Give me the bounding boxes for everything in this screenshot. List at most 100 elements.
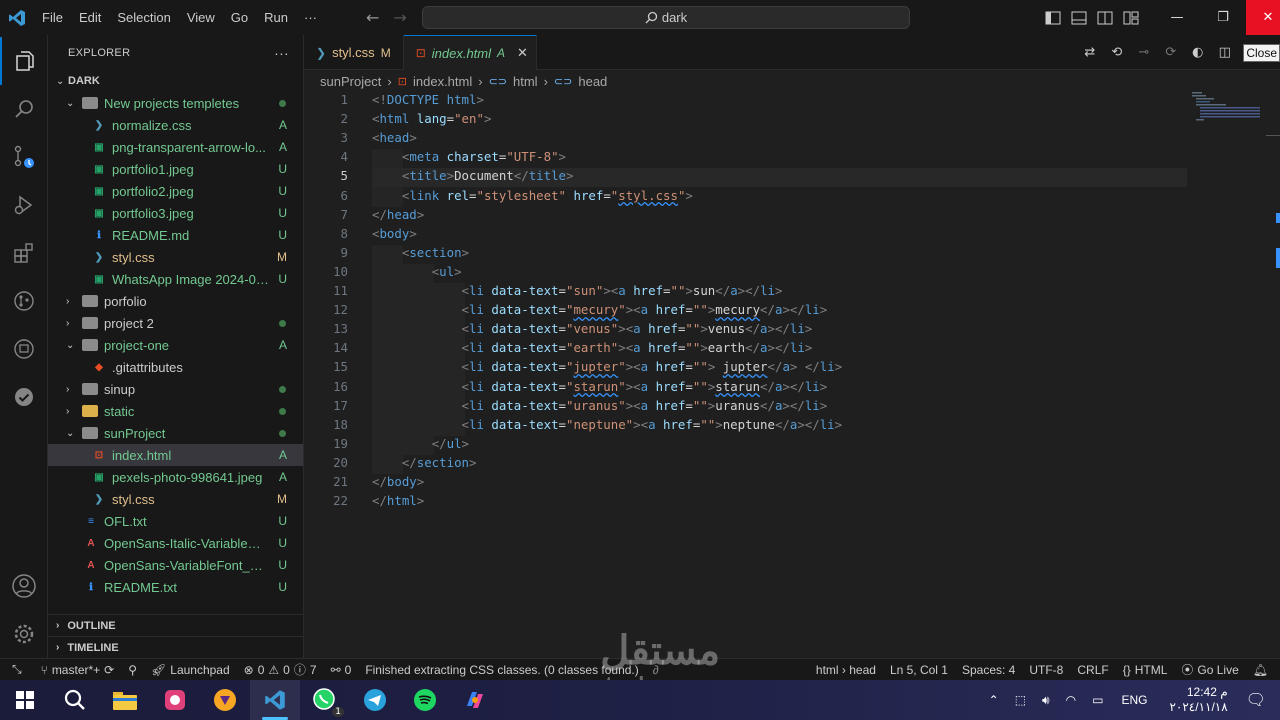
battery-icon[interactable]: ▭ bbox=[1084, 693, 1111, 707]
command-center-search[interactable]: dark bbox=[422, 6, 910, 29]
show-hidden-icons[interactable]: ⌃ bbox=[981, 693, 1007, 707]
code-line[interactable]: <li data-text="venus"><a href="">venus</… bbox=[372, 321, 813, 336]
code-line[interactable]: <body> bbox=[372, 226, 417, 241]
windows-start-icon[interactable] bbox=[0, 680, 50, 720]
launchpad-button[interactable]: 🚀︎ Launchpad bbox=[144, 663, 237, 677]
code-line[interactable]: <section> bbox=[372, 245, 469, 260]
split-editor-icon[interactable]: ◫ bbox=[1212, 40, 1237, 65]
remote-explorer-icon[interactable] bbox=[0, 325, 48, 373]
volume-icon[interactable]: 🔊︎ bbox=[1034, 693, 1058, 708]
notifications-bell-icon[interactable]: 🔔︎ bbox=[1246, 663, 1280, 677]
testing-check-icon[interactable] bbox=[0, 373, 48, 421]
workspace-root[interactable]: ⌄ DARK bbox=[48, 70, 303, 92]
code-line[interactable]: <meta charset="UTF-8"> bbox=[372, 149, 566, 164]
tree-item[interactable]: › static bbox=[48, 400, 303, 422]
tree-item[interactable]: A OpenSans-VariableFont_wd... U bbox=[48, 554, 303, 576]
taskbar-search-icon[interactable] bbox=[50, 680, 100, 720]
tab-index-html[interactable]: ⊡ index.html A ✕ bbox=[403, 35, 537, 70]
accounts-icon[interactable] bbox=[0, 562, 48, 610]
tree-item[interactable]: ≡ OFL.txt U bbox=[48, 510, 303, 532]
forward-arrow-icon[interactable]: → bbox=[393, 8, 406, 27]
code-line[interactable]: <ul> bbox=[372, 264, 462, 279]
whatsapp-icon[interactable]: 1 bbox=[300, 680, 350, 720]
minimize-button[interactable]: — bbox=[1154, 0, 1200, 35]
code-line[interactable]: <title>Document</title> bbox=[372, 168, 574, 183]
vpn-shield-icon[interactable] bbox=[200, 680, 250, 720]
menu-run[interactable]: Run bbox=[256, 10, 296, 25]
tree-item[interactable]: A OpenSans-Italic-VariableFo... U bbox=[48, 532, 303, 554]
breadcrumb-folder[interactable]: sunProject bbox=[320, 74, 381, 89]
problems-indicator[interactable]: ⊗ 0 ⚠ 0 ⓘ 7 bbox=[237, 661, 324, 678]
settings-gear-icon[interactable] bbox=[0, 610, 48, 658]
restore-button[interactable]: ❐ bbox=[1200, 0, 1246, 35]
open-changes-icon[interactable]: ⇄ bbox=[1077, 40, 1102, 65]
notification-center-icon[interactable]: 🗨︎ bbox=[1240, 690, 1280, 710]
code-line[interactable]: <link rel="stylesheet" href="styl.css"> bbox=[372, 188, 693, 203]
code-line[interactable]: <li data-text="sun"><a href="">sun</a></… bbox=[372, 283, 783, 298]
menu-file[interactable]: File bbox=[34, 10, 71, 25]
tree-item[interactable]: ⌄ sunProject bbox=[48, 422, 303, 444]
customize-layout-icon[interactable] bbox=[1118, 0, 1144, 35]
end-of-line[interactable]: CRLF bbox=[1070, 663, 1115, 677]
explorer-icon[interactable] bbox=[0, 37, 48, 85]
search-icon[interactable] bbox=[0, 85, 48, 133]
breadcrumb-html[interactable]: html bbox=[513, 74, 538, 89]
go-back-changes-icon[interactable]: ⟲ bbox=[1104, 40, 1129, 65]
indentation[interactable]: Spaces: 4 bbox=[955, 663, 1022, 677]
ports-indicator[interactable]: ⚯ 0 bbox=[324, 663, 359, 677]
cursor-position[interactable]: Ln 5, Col 1 bbox=[883, 663, 955, 677]
tab-styl-css[interactable]: ❯ styl.css M bbox=[304, 35, 404, 70]
tree-item[interactable]: ▣ portfolio1.jpeg U bbox=[48, 158, 303, 180]
code-line[interactable]: </ul> bbox=[372, 436, 469, 451]
tree-item[interactable]: ❯ styl.css M bbox=[48, 488, 303, 510]
tree-item[interactable]: ▣ pexels-photo-998641.jpeg A bbox=[48, 466, 303, 488]
breadcrumb-head[interactable]: head bbox=[578, 74, 607, 89]
tree-item[interactable]: ❯ styl.css M bbox=[48, 246, 303, 268]
vscode-taskbar-icon[interactable] bbox=[250, 680, 300, 720]
next-change-icon[interactable]: ⟳ bbox=[1158, 40, 1183, 65]
menu-selection[interactable]: Selection bbox=[109, 10, 178, 25]
telegram-icon[interactable] bbox=[350, 680, 400, 720]
wifi-icon[interactable]: ◠ bbox=[1058, 693, 1084, 707]
close-window-button[interactable]: ✕ bbox=[1246, 0, 1280, 35]
code-line[interactable]: <!DOCTYPE html> bbox=[372, 92, 484, 107]
run-debug-icon[interactable] bbox=[0, 181, 48, 229]
back-arrow-icon[interactable]: ← bbox=[366, 8, 379, 27]
menu-edit[interactable]: Edit bbox=[71, 10, 109, 25]
breadcrumb-file[interactable]: index.html bbox=[413, 74, 472, 89]
tree-item[interactable]: ▣ WhatsApp Image 2024-09... U bbox=[48, 268, 303, 290]
tree-item[interactable]: › project 2 bbox=[48, 312, 303, 334]
code-line[interactable]: </html> bbox=[372, 493, 424, 508]
toggle-panel-icon[interactable] bbox=[1066, 0, 1092, 35]
timeline-section[interactable]: › TIMELINE bbox=[48, 636, 303, 658]
tree-item[interactable]: ℹ README.md U bbox=[48, 224, 303, 246]
encoding[interactable]: UTF-8 bbox=[1022, 663, 1070, 677]
tree-item[interactable]: ⊡ index.html A bbox=[48, 444, 303, 466]
code-line[interactable]: </body> bbox=[372, 474, 424, 489]
code-line[interactable]: </section> bbox=[372, 455, 477, 470]
branch-indicator[interactable]: ⑂ master*+ ⟳ bbox=[34, 663, 122, 677]
minimap[interactable] bbox=[1192, 92, 1272, 142]
menu-go[interactable]: Go bbox=[223, 10, 256, 25]
code-line[interactable]: <li data-text="starun"><a href="">starun… bbox=[372, 379, 828, 394]
menu-view[interactable]: View bbox=[179, 10, 223, 25]
copilot-icon[interactable] bbox=[450, 680, 500, 720]
tree-item[interactable]: ⌄ project-one A bbox=[48, 334, 303, 356]
remote-indicator[interactable]: ⤡ bbox=[0, 662, 34, 677]
git-graph-icon[interactable] bbox=[0, 277, 48, 325]
language-mode[interactable]: {} HTML bbox=[1116, 663, 1175, 677]
input-language[interactable]: ENG bbox=[1111, 693, 1157, 707]
source-control-icon[interactable] bbox=[0, 133, 48, 181]
toggle-secondary-sidebar-icon[interactable] bbox=[1092, 0, 1118, 35]
code-line[interactable]: <li data-text="jupter"><a href=""> jupte… bbox=[372, 359, 843, 374]
go-live-button[interactable]: ⦿ Go Live bbox=[1174, 661, 1245, 678]
extensions-icon[interactable] bbox=[0, 229, 48, 277]
code-line[interactable]: <li data-text="mecury"><a href="">mecury… bbox=[372, 302, 828, 317]
tree-item[interactable]: › porfolio bbox=[48, 290, 303, 312]
tree-item[interactable]: ⌄ New projects templetes bbox=[48, 92, 303, 114]
tree-item[interactable]: ▣ portfolio2.jpeg U bbox=[48, 180, 303, 202]
file-explorer-icon[interactable] bbox=[100, 680, 150, 720]
code-line[interactable]: <head> bbox=[372, 130, 417, 145]
timeline-dot-icon[interactable]: ⊸ bbox=[1131, 40, 1156, 65]
code-line[interactable]: <html lang="en"> bbox=[372, 111, 491, 126]
